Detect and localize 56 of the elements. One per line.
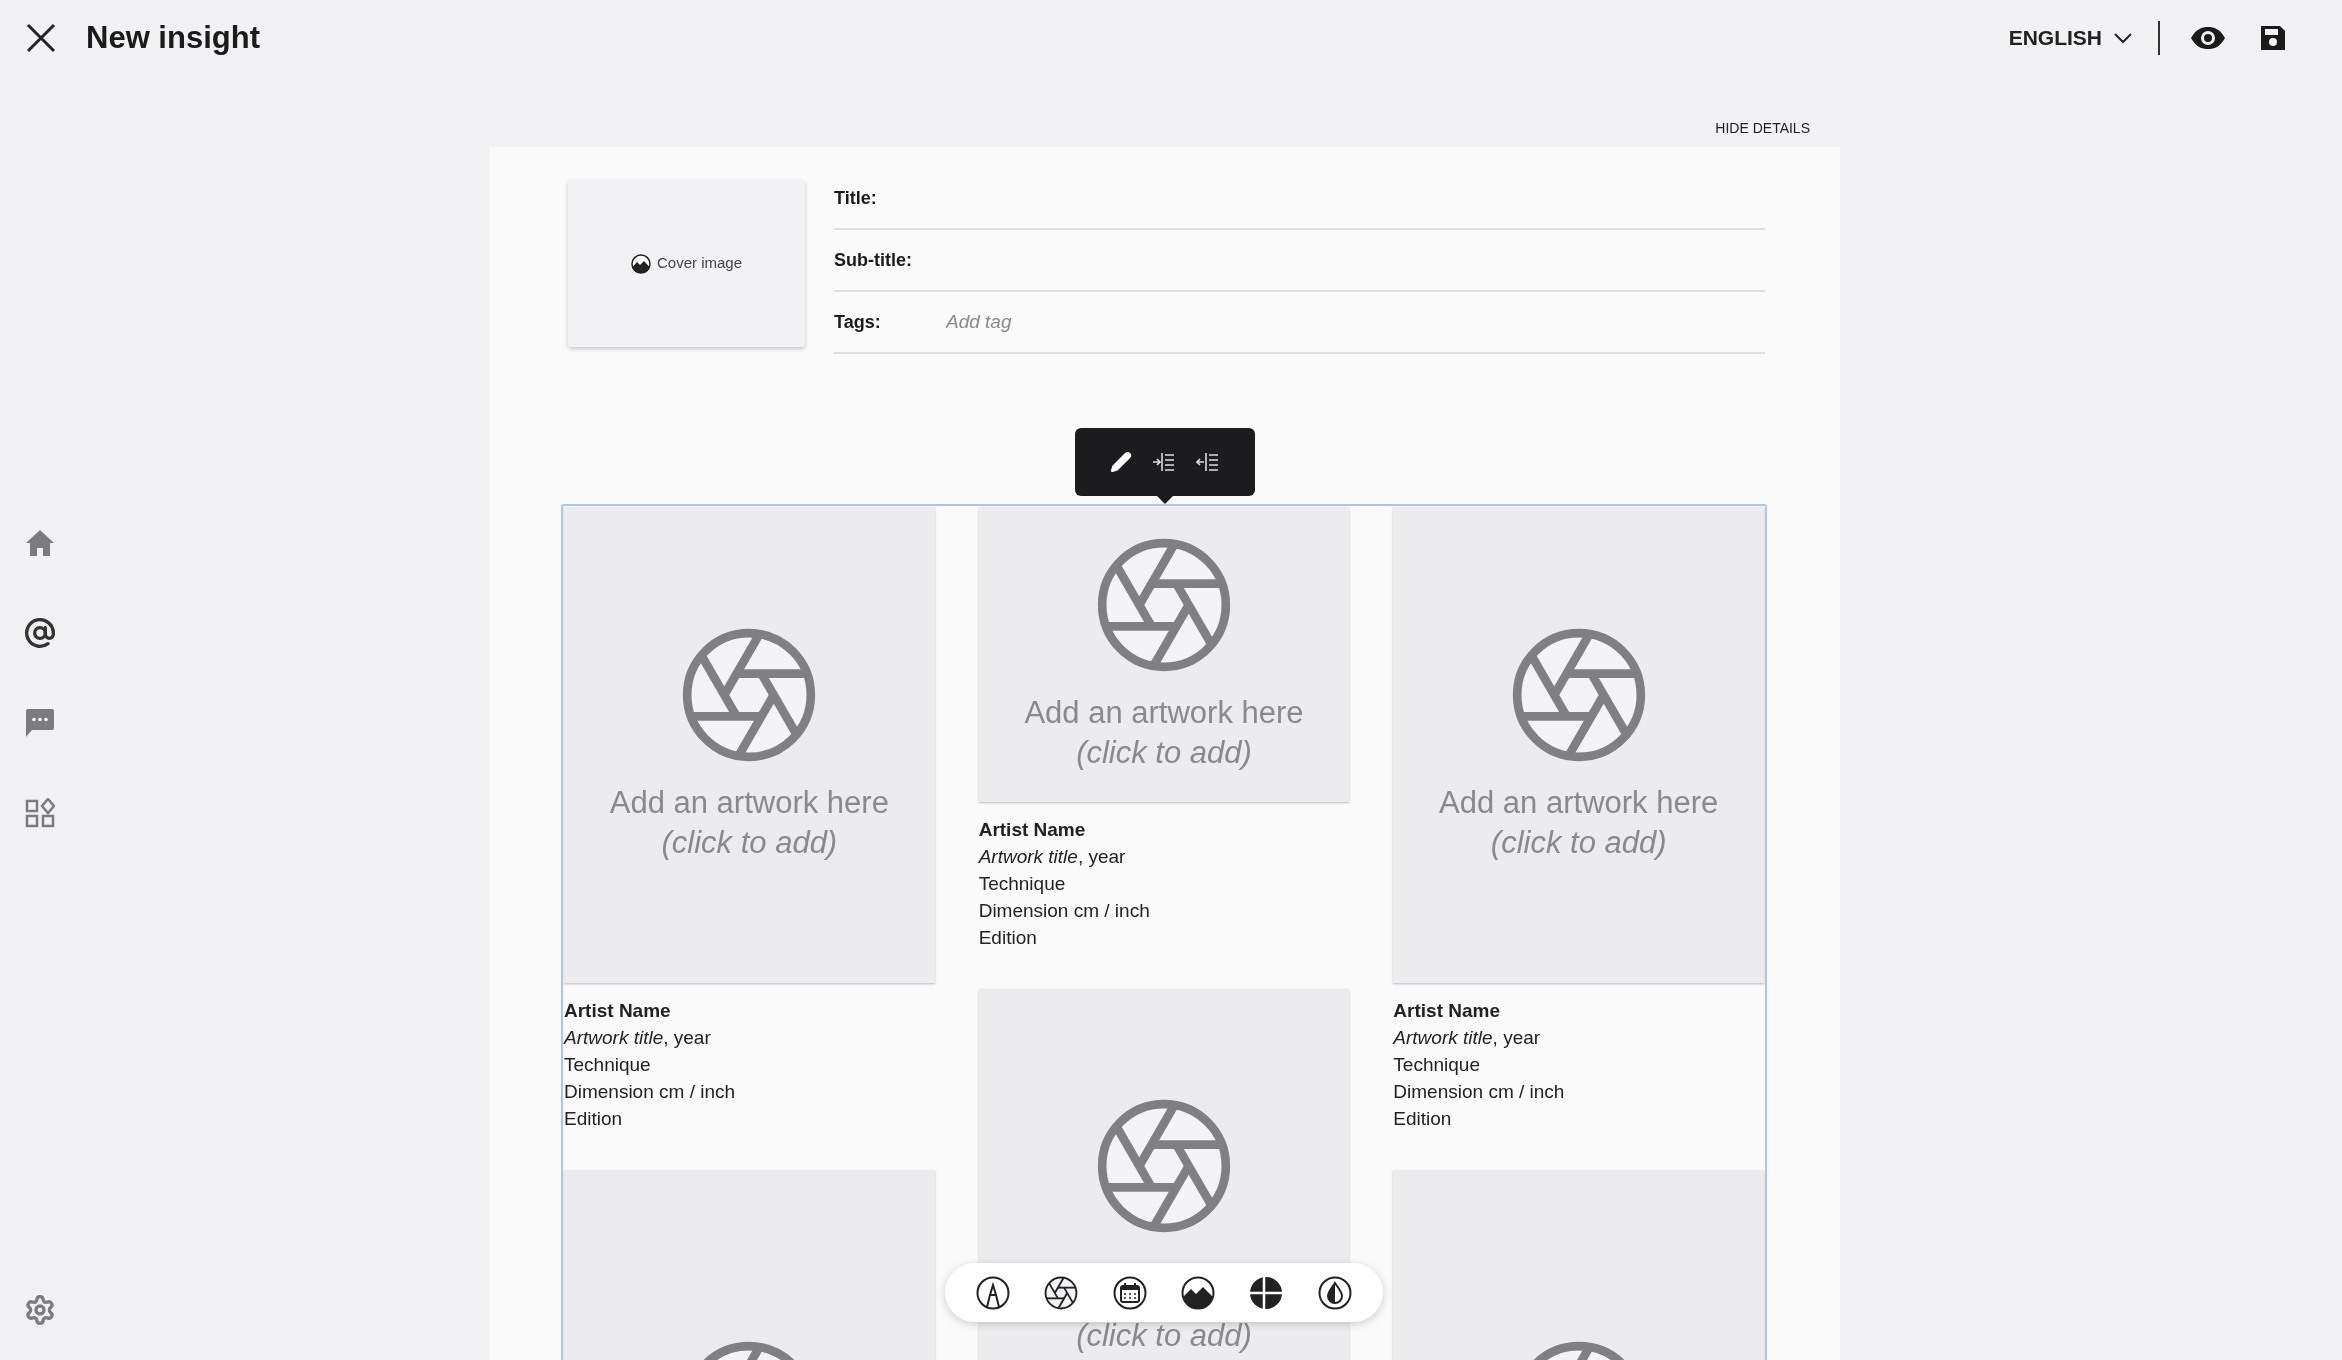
artwork-title: Artwork title, year [1393,1026,1542,1050]
eye-icon[interactable] [2190,26,2226,50]
artist-name: Artist Name [564,999,672,1023]
field-label: Sub-title: [834,248,913,272]
artwork-title: Artwork title, year [978,845,1127,869]
artwork-detail: Dimension cm / inch [1393,1080,1566,1104]
artwork-detail: Edition [564,1107,624,1131]
artist-name: Artist Name [978,818,1087,842]
page-title: New insight [86,18,260,57]
pen-nib-icon[interactable] [976,1275,1011,1310]
hide-details-button[interactable]: HIDE DETAILS [1715,118,1810,139]
cover-image-placeholder[interactable]: Cover image [568,180,805,347]
add-artwork-prompt: Add an artwork here [1024,694,1304,732]
artwork-placeholder[interactable]: Add an artwork here (click to add) [1393,507,1764,983]
aperture-icon [1510,627,1647,763]
indent-icon[interactable] [1152,451,1176,473]
home-icon[interactable] [25,529,55,557]
field-label: Tags: [834,310,882,334]
edit-icon[interactable] [1110,451,1132,473]
artwork-detail: Dimension cm / inch [564,1080,737,1104]
landscape-icon [630,253,651,274]
outdent-icon[interactable] [1196,451,1220,473]
click-to-add-hint: (click to add) [1076,1317,1252,1355]
click-to-add-hint: (click to add) [1076,734,1252,772]
artist-name: Artist Name [1393,999,1501,1023]
language-dropdown[interactable]: ENGLISH [2008,22,2132,54]
add-artwork-prompt: Add an artwork here [1439,784,1719,822]
widgets-icon[interactable] [25,798,55,828]
add-artwork-prompt: Add an artwork here [609,784,889,822]
field-label: Title: [834,186,878,210]
artwork-detail: Technique [1393,1053,1481,1077]
aperture-icon [1096,537,1232,673]
chevron-down-icon [2114,32,2132,44]
at-sign-icon[interactable] [24,617,56,649]
artwork-title: Artwork title, year [564,1026,712,1050]
aperture-icon [681,627,818,763]
save-icon[interactable] [2260,25,2286,51]
aperture-icon [1044,1275,1079,1310]
artwork-detail: Technique [564,1053,652,1077]
artwork-detail: Edition [978,926,1038,950]
click-to-add-hint: (click to add) [661,824,838,862]
calendar-icon[interactable] [1112,1275,1147,1310]
artwork-detail: Technique [978,872,1067,896]
settings-icon[interactable] [24,1294,56,1326]
click-to-add-hint: (click to add) [1490,824,1667,862]
artwork-detail: Dimension cm / inch [978,899,1151,923]
landscape-icon[interactable] [1181,1275,1216,1310]
artwork-placeholder[interactable]: Add an artwork here (click to add) [978,507,1350,802]
cover-image-label: Cover image [656,253,742,274]
chat-icon[interactable] [25,708,55,738]
close-icon[interactable] [26,23,56,53]
artwork-placeholder[interactable]: Add an artwork here (click to add) [564,507,935,983]
artwork-detail: Edition [1393,1107,1453,1131]
aperture-icon [1096,1098,1232,1234]
contrast-icon[interactable] [1317,1275,1352,1310]
cross-circle-icon[interactable] [1249,1275,1284,1310]
